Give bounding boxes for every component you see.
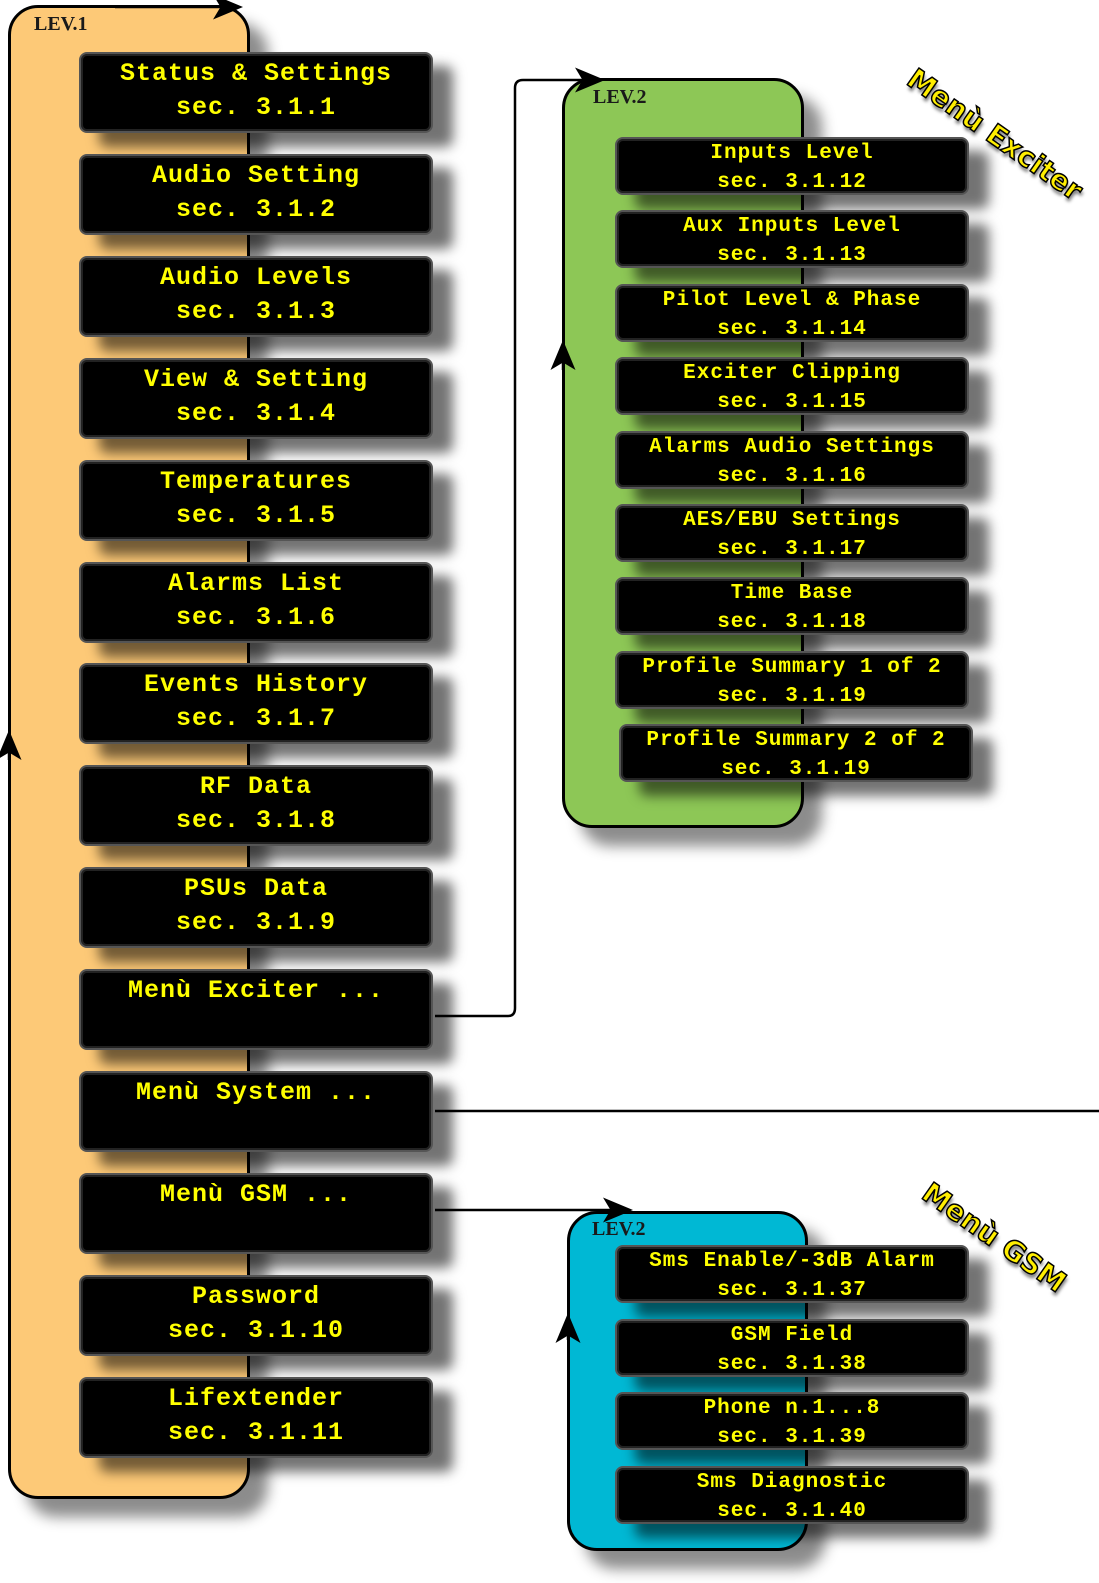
menu-item-title: Menù Exciter ... [127,976,385,1006]
menu-item-section: sec. 3.1.18 [717,611,867,635]
exciter-menu-item[interactable]: AES/EBU Settings sec. 3.1.17 [615,504,969,562]
menu-item-section: sec. 3.1.11 [167,1417,345,1447]
menu-item-section: sec. 3.1.15 [717,391,867,415]
menu-item-section: sec. 3.1.2 [175,194,337,224]
menu-item-title: Alarms List [167,568,345,598]
menu-item-section: sec. 3.1.13 [717,244,867,268]
level1-menu-item[interactable]: Alarms List sec. 3.1.6 [79,561,433,643]
menu-item-title: Phone n.1...8 [703,1397,881,1420]
gsm-menu-item[interactable]: Sms Enable/-3dB Alarm sec. 3.1.37 [615,1245,969,1303]
menu-item-section: sec. 3.1.38 [717,1352,867,1376]
level1-menu-item[interactable]: Status & Settings sec. 3.1.1 [79,52,433,133]
exciter-menu-item[interactable]: Inputs Level sec. 3.1.12 [615,137,969,195]
level1-menu-item[interactable]: Events History sec. 3.1.7 [79,663,433,745]
level1-menu-item[interactable]: Menù GSM ... [79,1172,433,1254]
menu-item-title: Sms Diagnostic [696,1470,888,1494]
menu-item-title: Time Base [730,582,854,606]
menu-item-section: sec. 3.1.14 [717,317,867,341]
level1-menu-item[interactable]: Temperatures sec. 3.1.5 [79,459,433,541]
level1-menu-item[interactable]: RF Data sec. 3.1.8 [79,765,433,847]
menu-item-title: Temperatures [159,466,353,496]
menu-item-section: sec. 3.1.19 [721,758,871,782]
level1-menu-item[interactable]: Audio Levels sec. 3.1.3 [79,255,433,337]
menu-item-title: Events History [143,670,369,700]
menu-item-title: View & Setting [143,364,369,394]
exciter-menu-item[interactable]: Alarms Audio Settings sec. 3.1.16 [615,430,969,489]
level1-menu-item[interactable]: Password sec. 3.1.10 [79,1274,433,1356]
exciter-menu-item[interactable]: Profile Summary 2 of 2 sec. 3.1.19 [619,724,973,783]
menu-item-section: sec. 3.1.9 [175,908,337,938]
menu-item-section: sec. 3.1.37 [717,1279,867,1302]
menu-item-section: sec. 3.1.10 [167,1315,345,1345]
menu-item-title: RF Data [199,772,313,802]
level1-menu-item[interactable]: PSUs Data sec. 3.1.9 [79,867,433,949]
menu-item-section: sec. 3.1.7 [175,704,337,734]
level1-menu-item[interactable]: View & Setting sec. 3.1.4 [79,357,433,439]
menu-item-title: Password [191,1281,321,1311]
menu-item-section: sec. 3.1.12 [717,171,867,194]
menu-item-title: Sms Enable/-3dB Alarm [649,1250,935,1273]
menu-item-section: sec. 3.1.19 [717,684,867,708]
menu-item-title: Alarms Audio Settings [649,435,935,459]
level1-menu-item[interactable]: Menù System ... [79,1071,433,1152]
menu-item-title: Audio Levels [159,262,353,292]
menu-item-section: sec. 3.1.3 [175,296,337,326]
menu-item-section: sec. 3.1.6 [175,602,337,632]
exciter-connector [435,67,605,1018]
menu-item-title: PSUs Data [183,874,329,904]
level1-menu-item[interactable]: Menù Exciter ... [79,969,433,1051]
menu-item-title: GSM Field [730,1323,854,1347]
gsm-menu-item[interactable]: GSM Field sec. 3.1.38 [615,1318,969,1377]
menu-item-section: sec. 3.1.1 [175,93,337,122]
exciter-menu-item[interactable]: Profile Summary 1 of 2 sec. 3.1.19 [615,650,969,709]
menu-item-section: sec. 3.1.40 [717,1499,867,1523]
menu-item-section: sec. 3.1.16 [717,464,867,488]
menu-item-section: sec. 3.1.4 [175,398,337,428]
menu-item-title: Inputs Level [710,142,874,165]
menu-item-title: Lifextender [167,1383,345,1413]
exciter-menu-item[interactable]: Time Base sec. 3.1.18 [615,577,969,636]
menu-item-section: sec. 3.1.5 [175,500,337,530]
level1-menu-item[interactable]: Lifextender sec. 3.1.11 [79,1376,433,1458]
menu-item-title: Exciter Clipping [683,362,901,386]
menu-item-title: AES/EBU Settings [683,509,901,532]
exciter-menu-item[interactable]: Aux Inputs Level sec. 3.1.13 [615,210,969,269]
menu-item-title: Profile Summary 1 of 2 [642,655,942,679]
menu-item-title: Pilot Level & Phase [662,288,922,312]
gsm-menu-item[interactable]: Sms Diagnostic sec. 3.1.40 [615,1465,969,1524]
level1-menu-item[interactable]: Audio Setting sec. 3.1.2 [79,153,433,235]
menu-item-section: sec. 3.1.8 [175,806,337,836]
menu-item-title: Status & Settings [119,59,393,88]
menu-item-section: sec. 3.1.39 [717,1426,867,1449]
menu-item-title: Audio Setting [151,160,361,190]
gsm-menu-item[interactable]: Phone n.1...8 sec. 3.1.39 [615,1392,969,1450]
menu-item-title: Aux Inputs Level [683,215,901,239]
exciter-menu-item[interactable]: Exciter Clipping sec. 3.1.15 [615,357,969,416]
menu-item-title: Menù GSM ... [159,1179,353,1209]
exciter-menu-item[interactable]: Pilot Level & Phase sec. 3.1.14 [615,283,969,342]
menu-item-section: sec. 3.1.17 [717,538,867,561]
menu-item-title: Profile Summary 2 of 2 [646,729,946,753]
menu-item-title: Menù System ... [135,1078,377,1107]
